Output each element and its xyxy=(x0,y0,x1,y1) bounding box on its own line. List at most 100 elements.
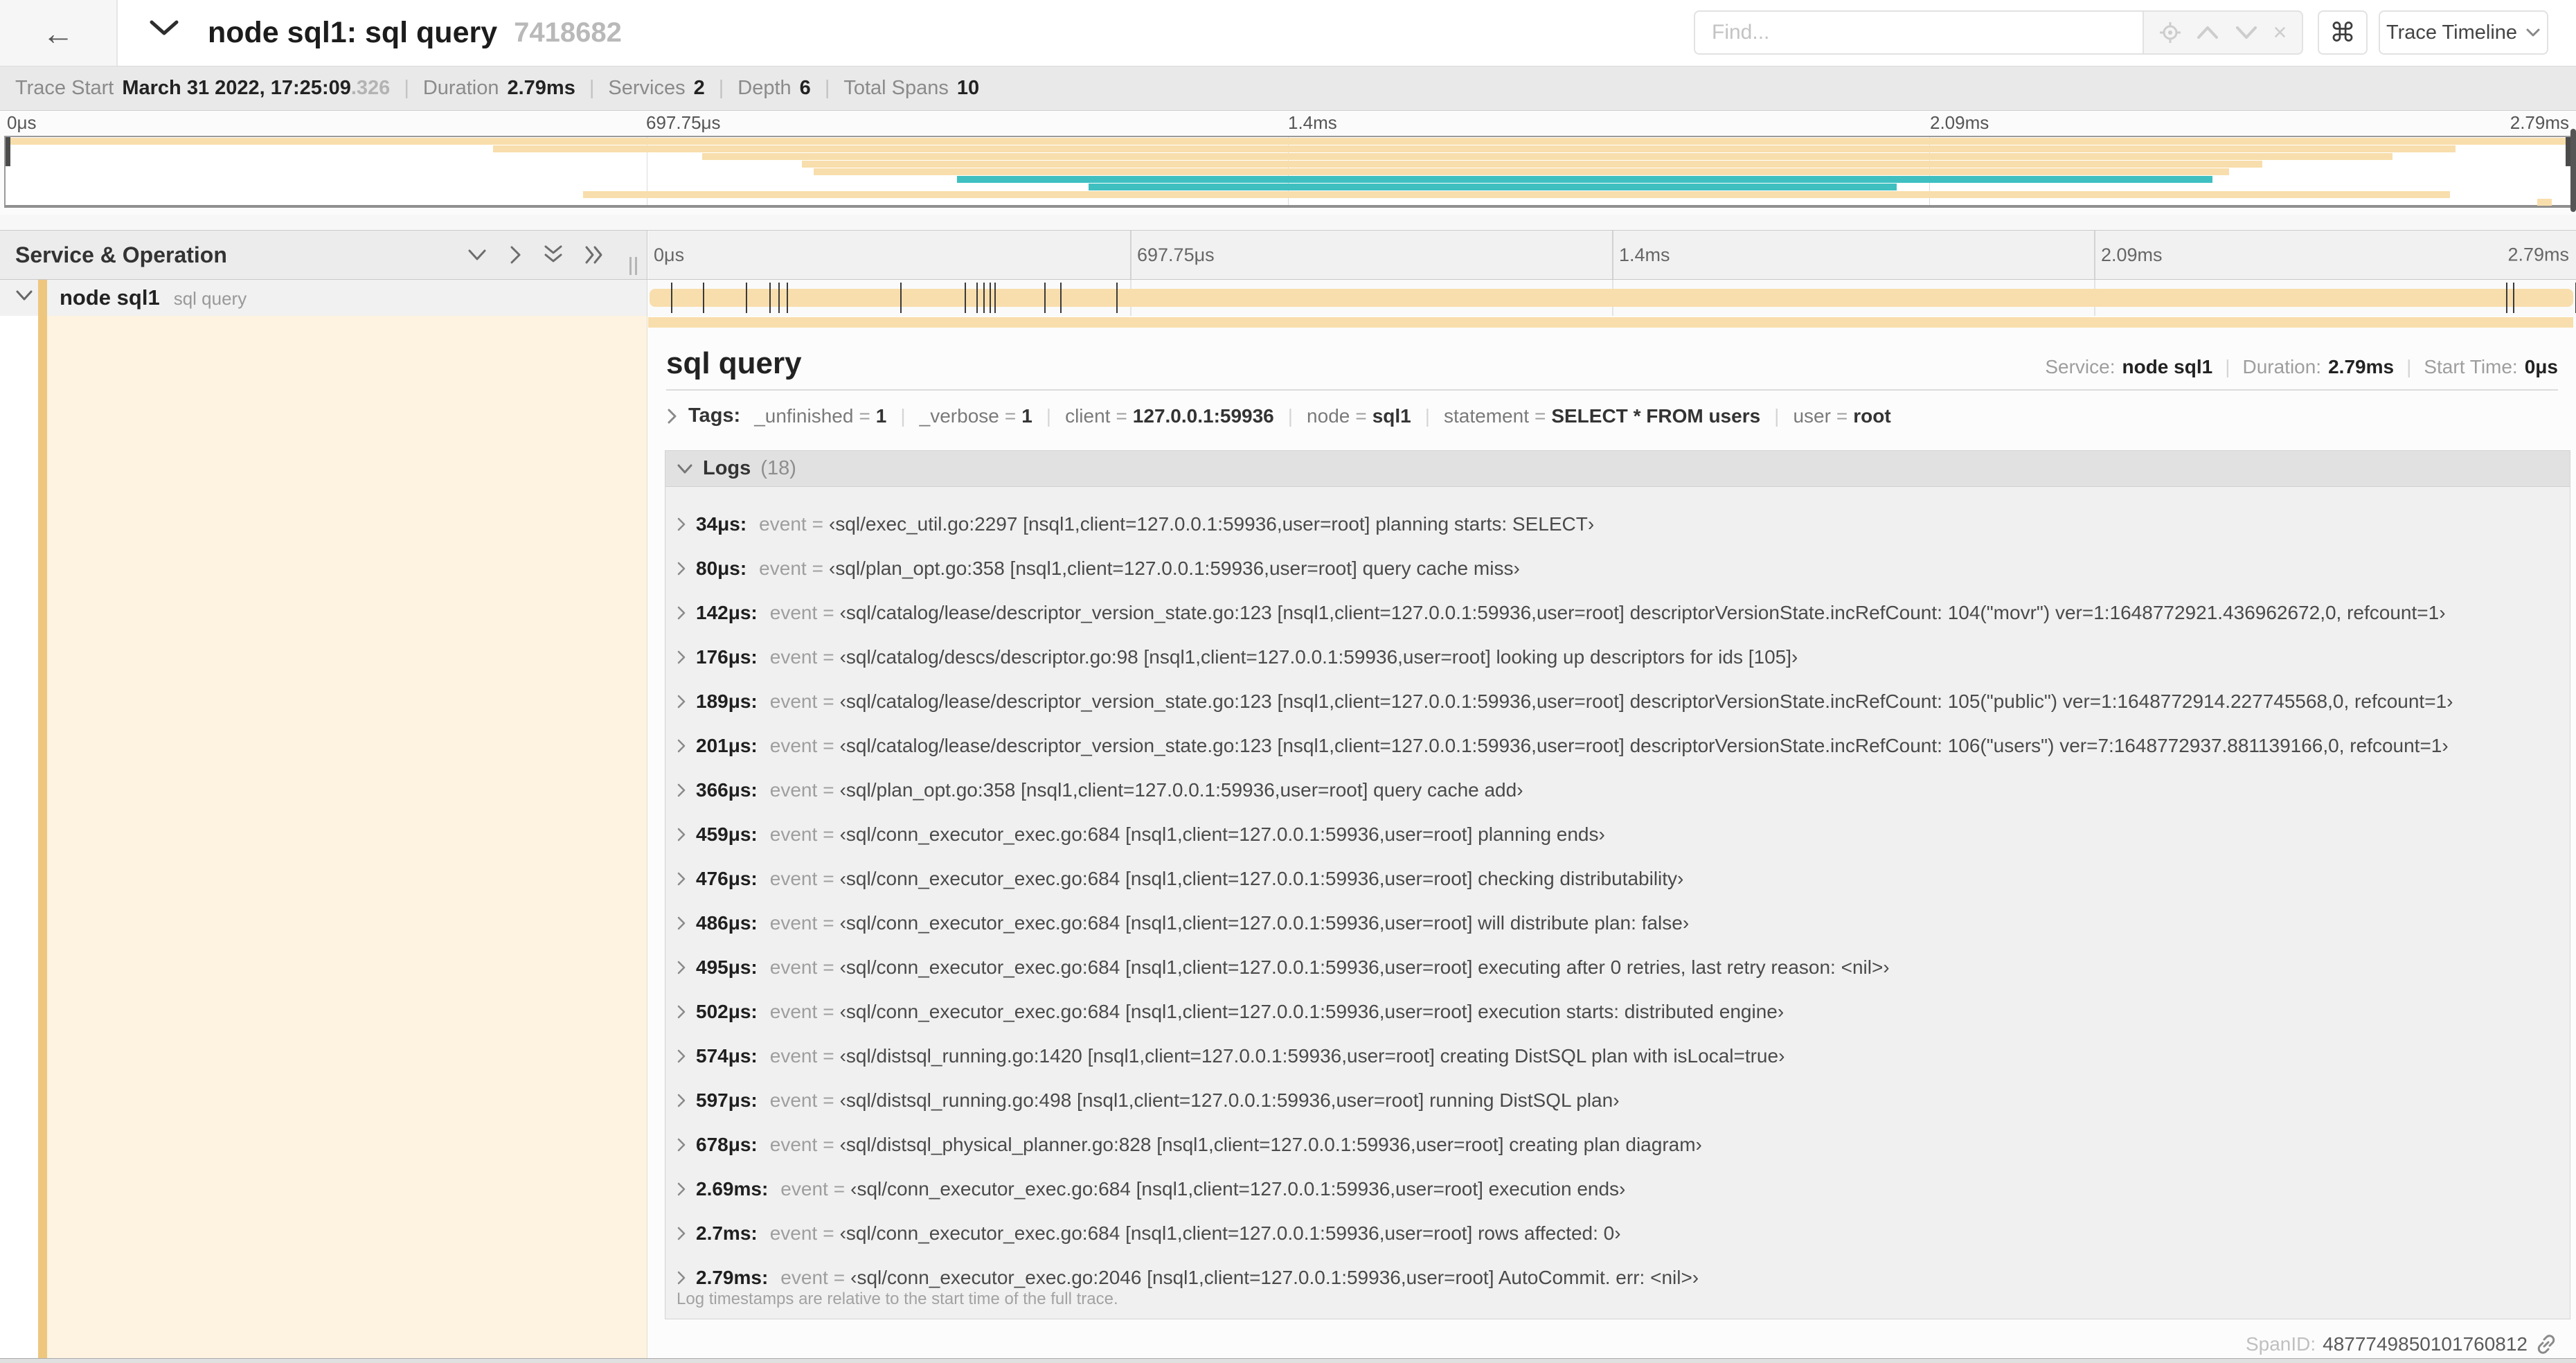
log-chevron-right-icon[interactable] xyxy=(677,738,686,754)
log-field-key: event xyxy=(780,1178,828,1200)
tag-pair[interactable]: client = 127.0.0.1:59936 xyxy=(1065,405,1274,427)
log-chevron-right-icon[interactable] xyxy=(677,1093,686,1108)
log-row[interactable]: 486μs: event = ‹sql/conn_executor_exec.go:6… xyxy=(665,901,2570,945)
log-chevron-right-icon[interactable] xyxy=(677,783,686,798)
clear-find-icon[interactable]: × xyxy=(2273,21,2287,44)
expand-one-chevron-right-icon[interactable] xyxy=(508,244,522,265)
log-chevron-right-icon[interactable] xyxy=(677,650,686,665)
log-field-key: event xyxy=(769,735,818,756)
column-resize-grip[interactable] xyxy=(629,257,637,275)
log-field-key: event xyxy=(769,691,818,712)
tag-key: user xyxy=(1793,404,1831,427)
vertical-scrollbar[interactable] xyxy=(2570,129,2576,212)
log-row[interactable]: 366μs: event = ‹sql/plan_opt.go:358 [nsql1,… xyxy=(665,768,2570,812)
expand-all-double-chevron-right-icon[interactable] xyxy=(584,244,605,265)
log-timestamp: 176μs: xyxy=(696,646,758,668)
log-row[interactable]: 476μs: event = ‹sql/conn_executor_exec.go:6… xyxy=(665,857,2570,901)
log-field-value: ‹sql/conn_executor_exec.go:2046 [nsql1,c… xyxy=(850,1267,1699,1288)
span-duration-bar[interactable] xyxy=(650,289,2573,307)
minimap-ruler-tick-label: 2.09ms xyxy=(1930,112,1989,133)
span-detail-zone: sql query Service: node sql1 | Duration: 2.7… xyxy=(0,316,2576,1359)
trace-info-value: March 31 2022, 17:25:09.326 xyxy=(122,77,391,99)
log-chevron-right-icon[interactable] xyxy=(677,517,686,532)
log-chevron-right-icon[interactable] xyxy=(677,1270,686,1285)
log-chevron-right-icon[interactable] xyxy=(677,1137,686,1152)
log-timestamp: 476μs: xyxy=(696,868,758,889)
log-chevron-right-icon[interactable] xyxy=(677,871,686,887)
span-row-bar-cell[interactable] xyxy=(648,280,2576,316)
span-collapse-chevron-down-icon[interactable] xyxy=(15,289,33,302)
log-row[interactable]: 2.69ms: event = ‹sql/conn_executor_exec.go:… xyxy=(665,1167,2570,1211)
log-row[interactable]: 80μs: event = ‹sql/plan_opt.go:358 [nsql1,c… xyxy=(665,546,2570,591)
tags-label: Tags: xyxy=(688,404,741,427)
log-row[interactable]: 459μs: event = ‹sql/conn_executor_exec.go:6… xyxy=(665,812,2570,857)
tags-chevron-right-icon[interactable] xyxy=(666,408,677,425)
log-marker-tick xyxy=(778,283,780,313)
tag-pair[interactable]: _unfinished = 1 xyxy=(754,405,886,427)
log-row[interactable]: 502μs: event = ‹sql/conn_executor_exec.go:6… xyxy=(665,990,2570,1034)
prev-match-chevron-up-icon[interactable] xyxy=(2196,25,2219,40)
span-row-name-cell[interactable]: node sql1 sql query xyxy=(0,280,647,316)
log-chevron-right-icon[interactable] xyxy=(677,827,686,842)
log-row[interactable]: 201μs: event = ‹sql/catalog/lease/descripto… xyxy=(665,724,2570,768)
log-row[interactable]: 142μs: event = ‹sql/catalog/lease/descripto… xyxy=(665,591,2570,635)
logs-header[interactable]: Logs (18) xyxy=(665,451,2570,487)
log-chevron-right-icon[interactable] xyxy=(677,1004,686,1019)
service-color-stripe xyxy=(38,316,47,1359)
log-field-value: ‹sql/distsql_running.go:498 [nsql1,clien… xyxy=(839,1089,1620,1111)
tag-equals: = xyxy=(1004,404,1017,427)
tag-pair[interactable]: statement = SELECT * FROM users xyxy=(1444,405,1760,427)
tag-key: statement xyxy=(1444,404,1529,427)
separator: | xyxy=(900,404,906,427)
log-marker-tick xyxy=(994,283,996,313)
collapse-trace-chevron-down-icon[interactable] xyxy=(149,18,179,37)
log-row[interactable]: 189μs: event = ‹sql/catalog/lease/descripto… xyxy=(665,679,2570,724)
trace-info-value: 2.79ms xyxy=(507,77,575,99)
tag-pair[interactable]: user = root xyxy=(1793,405,1890,427)
log-chevron-right-icon[interactable] xyxy=(677,694,686,709)
log-chevron-right-icon[interactable] xyxy=(677,1226,686,1241)
trace-view-selector[interactable]: Trace Timeline xyxy=(2379,10,2548,55)
log-row[interactable]: 495μs: event = ‹sql/conn_executor_exec.go:6… xyxy=(665,945,2570,990)
log-chevron-right-icon[interactable] xyxy=(677,605,686,621)
collapse-one-chevron-down-icon[interactable] xyxy=(467,248,488,262)
minimap-ruler: 0μs 697.75μs 1.4ms 2.09ms 2.79ms xyxy=(4,112,2572,134)
span-row[interactable]: node sql1 sql query xyxy=(0,280,2576,316)
next-match-chevron-down-icon[interactable] xyxy=(2235,25,2258,40)
log-marker-tick xyxy=(900,283,902,313)
detail-meta-value: 2.79ms xyxy=(2328,356,2395,377)
log-row[interactable]: 176μs: event = ‹sql/catalog/descs/descripto… xyxy=(665,635,2570,679)
log-row[interactable]: 2.7ms: event = ‹sql/conn_executor_exec.go:6… xyxy=(665,1211,2570,1256)
find-input[interactable] xyxy=(1694,10,2143,55)
log-chevron-right-icon[interactable] xyxy=(677,561,686,576)
log-equals: = xyxy=(823,779,834,801)
log-timestamp: 2.7ms: xyxy=(696,1222,758,1244)
log-chevron-right-icon[interactable] xyxy=(677,1182,686,1197)
log-field-key: event xyxy=(769,646,818,668)
log-timestamp: 459μs: xyxy=(696,823,758,845)
keyboard-shortcuts-button[interactable]: ⌘ xyxy=(2318,10,2368,55)
log-row[interactable]: 678μs: event = ‹sql/distsql_physical_planne… xyxy=(665,1123,2570,1167)
tag-pair[interactable]: _verbose = 1 xyxy=(920,405,1032,427)
minimap-right-scrubber[interactable] xyxy=(2566,137,2570,166)
log-field-value: ‹sql/catalog/lease/descriptor_version_st… xyxy=(839,735,2449,756)
minimap-ruler-tick-label: 0μs xyxy=(7,112,37,133)
log-row[interactable]: 597μs: event = ‹sql/distsql_running.go:498 … xyxy=(665,1078,2570,1123)
separator: | xyxy=(1424,404,1431,427)
minimap-canvas[interactable] xyxy=(4,136,2572,208)
tag-pair[interactable]: node = sql1 xyxy=(1307,405,1411,427)
tags-row[interactable]: Tags: _unfinished = 1 | _verbose = 1 | client = 12… xyxy=(666,404,2558,427)
log-chevron-right-icon[interactable] xyxy=(677,960,686,975)
detail-meta-value: node sql1 xyxy=(2122,356,2213,377)
focus-target-icon[interactable] xyxy=(2159,21,2181,44)
copy-link-icon[interactable] xyxy=(2534,1333,2558,1356)
log-chevron-right-icon[interactable] xyxy=(677,1049,686,1064)
collapse-all-double-chevron-down-icon[interactable] xyxy=(543,244,564,265)
log-chevron-right-icon[interactable] xyxy=(677,916,686,931)
separator: | xyxy=(824,77,830,99)
minimap-left-scrubber[interactable] xyxy=(6,137,10,166)
log-timestamp: 80μs: xyxy=(696,558,747,579)
back-button[interactable]: ← xyxy=(0,0,118,66)
log-row[interactable]: 34μs: event = ‹sql/exec_util.go:2297 [nsql1… xyxy=(665,502,2570,546)
log-row[interactable]: 574μs: event = ‹sql/distsql_running.go:1420… xyxy=(665,1034,2570,1078)
